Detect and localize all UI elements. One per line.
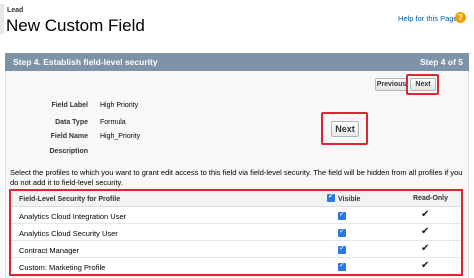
prop-row-field-label: Field Label High Priority [0,102,260,114]
step-bar: Step 4. Establish field-level security S… [5,53,469,71]
object-icon [0,4,4,34]
profile-name: Analytics Cloud Integration User [19,212,127,221]
read-only-check-icon[interactable]: ✔ [421,209,429,220]
table-header: Field-Level Security for Profile Visible… [11,191,461,207]
object-label: Lead [7,7,24,14]
table-row: Analytics Cloud Security User ✔ [11,224,461,241]
prop-label: Field Name [50,133,88,140]
prop-value: High_Priority [100,133,141,140]
prop-label: Data Type [55,119,88,126]
prop-value: Formula [100,119,126,126]
table-row: Contract Manager ✔ [11,241,461,258]
step-title: Step 4. Establish field-level security [13,57,158,67]
prop-row-description: Description [0,148,260,160]
prop-row-data-type: Data Type Formula [0,119,260,131]
visible-checkbox[interactable] [338,261,346,271]
previous-button[interactable]: Previous [375,78,408,91]
next-button-highlight [406,74,439,95]
column-header-visible[interactable]: Visible [327,192,361,203]
table-row: Custom: Marketing Profile ✔ [11,258,461,275]
column-header-visible-label: Visible [338,195,361,203]
column-header-profile: Field-Level Security for Profile [19,196,121,203]
prop-value: High Priority [100,102,139,109]
visible-checkbox[interactable] [338,244,346,254]
page-title: New Custom Field [6,16,145,35]
profile-name: Contract Manager [19,246,80,255]
visible-checkbox[interactable] [338,210,346,220]
prop-label: Field Label [51,102,88,109]
profile-name: Custom: Marketing Profile [19,263,106,272]
prop-row-field-name: Field Name High_Priority [0,133,260,145]
read-only-check-icon[interactable]: ✔ [421,226,429,237]
read-only-check-icon[interactable]: ✔ [421,243,429,254]
read-only-check-icon[interactable]: ✔ [421,260,429,271]
page-header: Lead New Custom Field Help for this Page… [0,0,474,48]
help-icon[interactable]: ? [455,12,466,23]
step-count: Step 4 of 5 [420,57,463,67]
field-level-security-table: Field-Level Security for Profile Visible… [9,189,463,276]
prop-label: Description [49,148,88,155]
visible-checkbox[interactable] [338,227,346,237]
profile-name: Analytics Cloud Security User [19,229,118,238]
instructions-text: Select the profiles to which you want to… [10,168,463,187]
select-all-visible-checkbox[interactable] [327,192,335,202]
next-button-zoomed-highlight [321,112,368,145]
table-row: Analytics Cloud Integration User ✔ [11,207,461,224]
help-link[interactable]: Help for this Page [398,14,458,23]
column-header-read-only: Read-Only [413,195,449,202]
